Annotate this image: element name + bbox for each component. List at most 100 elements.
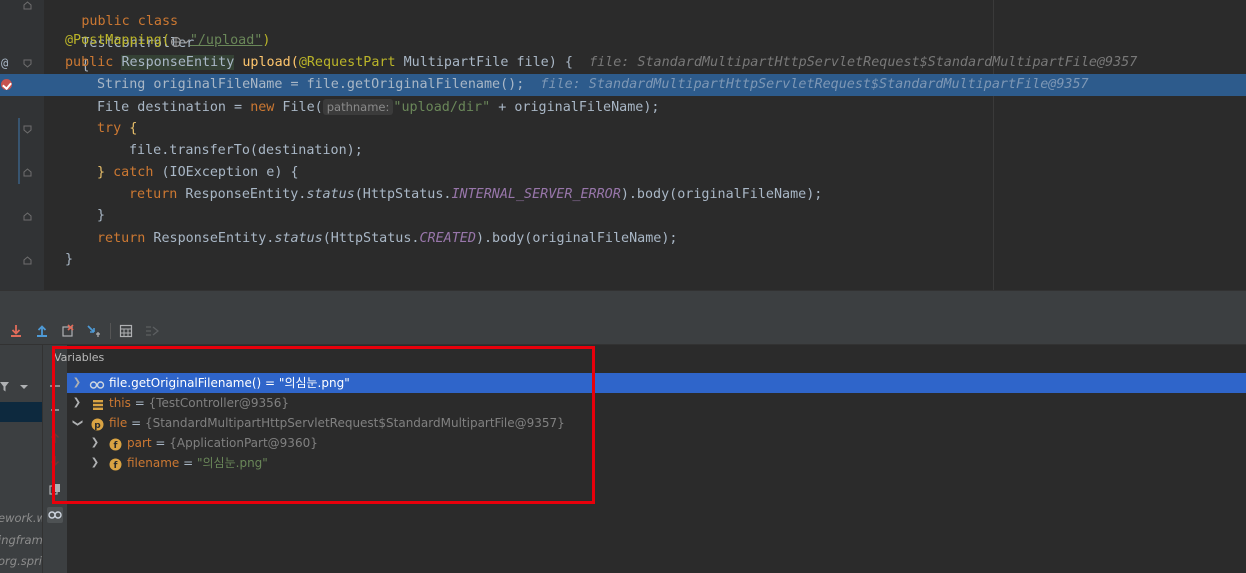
variable-name: file [109, 416, 128, 430]
parameter-name-hint: pathname: [322, 99, 394, 115]
code-brace: } [97, 208, 106, 223]
variable-row-filename[interactable]: ❯ f filename = "의심눈.png" [67, 453, 1246, 473]
code-static-method: status [274, 231, 323, 246]
frame-item[interactable]: ingfram [0, 533, 42, 547]
code-constant: INTERNAL_SERVER_ERROR [451, 187, 621, 202]
fold-marker-icon[interactable] [23, 256, 32, 265]
code-string: "upload/dir" [393, 100, 491, 115]
variable-equals: = [179, 456, 197, 470]
code-statement: ResponseEntity. [177, 187, 307, 202]
chevron-right-icon[interactable]: ❯ [72, 373, 82, 393]
code-keyword: return [97, 231, 146, 246]
code-keyword: public class [81, 14, 179, 29]
fold-marker-icon[interactable] [23, 212, 32, 221]
frames-panel[interactable]: ework.w ingfram org.spri [0, 345, 42, 573]
remove-watch-icon[interactable] [47, 402, 63, 418]
globe-icon[interactable] [170, 34, 190, 48]
code-keyword: try [97, 121, 122, 136]
code-keyword: return [129, 187, 178, 202]
variable-value: {StandardMultipartHttpServletRequest$Sta… [144, 416, 565, 430]
object-icon [92, 397, 104, 410]
code-brace: } [65, 252, 74, 267]
variable-value: {ApplicationPart@9360} [169, 436, 318, 450]
variable-row-this[interactable]: ❯ this = {TestController@9356} [67, 393, 1246, 413]
variable-value: "의심눈.png" [197, 456, 268, 470]
parameter-icon: p [91, 417, 104, 431]
trace-stream-icon[interactable] [143, 322, 161, 340]
code-annotation: @PostMapping( [65, 33, 170, 48]
variable-row-watch[interactable]: ❯ file.getOriginalFilename() = "의심눈.png" [67, 373, 1246, 393]
variable-equals: = [151, 436, 170, 450]
code-line-close-catch: } [0, 205, 1246, 227]
step-into-icon[interactable] [7, 322, 25, 340]
panel-splitter[interactable] [0, 290, 1246, 318]
chevron-right-icon[interactable]: ❯ [90, 433, 100, 453]
show-watches-icon[interactable] [47, 507, 63, 523]
selected-frame-row[interactable] [0, 402, 42, 422]
evaluate-expression-icon[interactable] [117, 322, 135, 340]
variable-name: part [127, 436, 152, 450]
code-keyword: new [250, 100, 275, 115]
code-brace: } [97, 165, 106, 180]
variable-value: "의심눈.png" [278, 376, 350, 390]
code-line-method-signature: @ public ResponseEntity upload(@RequestP… [0, 52, 1246, 74]
at-sign-icon[interactable]: @ [1, 52, 8, 74]
code-statement: (IOException e) { [153, 165, 299, 180]
variable-row-part[interactable]: ❯ f part = {ApplicationPart@9360} [67, 433, 1246, 453]
copy-icon[interactable] [47, 481, 63, 497]
variable-equals: = [127, 416, 145, 430]
code-url-string[interactable]: "/upload" [190, 33, 263, 48]
code-line-current-execution: String originalFileName = file.getOrigin… [0, 74, 1246, 96]
breakpoint-icon[interactable] [1, 79, 12, 90]
move-down-icon[interactable] [47, 453, 63, 469]
debug-inline-value: file: StandardMultipartHttpServletReques… [540, 77, 1089, 92]
svg-text:f: f [114, 461, 118, 471]
code-annotation-close: ) [262, 33, 271, 48]
code-line-return-error: return ResponseEntity.status(HttpStatus.… [0, 184, 1246, 206]
code-line-class-decl: public class TestController { [0, 0, 1246, 73]
code-statement: ).body(originalFileName); [475, 231, 678, 246]
new-watch-icon[interactable] [47, 378, 63, 394]
code-statement: String originalFileName = file.getOrigin… [97, 77, 525, 92]
variable-row-file[interactable]: ❯ p file = {StandardMultipartHttpServlet… [67, 413, 1246, 433]
run-to-cursor-icon[interactable] [85, 322, 103, 340]
debug-inline-value: file: StandardMultipartHttpServletReques… [589, 55, 1138, 70]
code-editor[interactable]: public class TestController { @PostMappi… [0, 0, 1246, 290]
code-brace: { [121, 121, 138, 136]
watch-icon [89, 377, 105, 389]
code-constant: CREATED [419, 231, 476, 246]
filter-icon[interactable] [0, 379, 34, 398]
drop-frame-icon[interactable] [59, 322, 77, 340]
variable-name: file.getOriginalFilename() [109, 376, 262, 390]
variables-side-toolbar [42, 345, 68, 573]
code-line-try: try { [0, 118, 1246, 140]
code-line-annotation: @PostMapping( "/upload") [0, 30, 1246, 52]
variable-equals: = [130, 396, 149, 410]
svg-text:f: f [114, 441, 118, 451]
code-line-transfer: file.transferTo(destination); [0, 140, 1246, 162]
field-icon: f [109, 457, 122, 471]
frame-item[interactable]: ework.w [0, 511, 42, 525]
code-constructor: File( [274, 100, 323, 115]
chevron-down-icon[interactable]: ❯ [67, 418, 87, 428]
fold-marker-icon[interactable] [23, 168, 32, 177]
field-icon: f [109, 437, 122, 451]
fold-marker-icon[interactable] [23, 125, 32, 134]
fold-marker-icon[interactable] [23, 59, 32, 68]
toolbar-separator [110, 323, 111, 339]
chevron-right-icon[interactable]: ❯ [90, 453, 100, 473]
code-static-method: status [306, 187, 355, 202]
code-params: MultipartFile file) { [395, 55, 573, 70]
code-line-close-method: } [0, 249, 1246, 271]
frame-item[interactable]: org.spri [0, 554, 42, 568]
code-return-type: ResponseEntity [121, 55, 235, 70]
fold-marker-icon[interactable] [23, 1, 32, 10]
move-up-icon[interactable] [47, 430, 63, 446]
chevron-right-icon[interactable]: ❯ [72, 393, 82, 413]
code-param-annotation: @RequestPart [298, 55, 396, 70]
variable-value: {TestController@9356} [148, 396, 290, 410]
code-statement: ResponseEntity. [145, 231, 275, 246]
svg-text:p: p [94, 421, 101, 431]
code-statement: ).body(originalFileName); [620, 187, 823, 202]
step-out-icon[interactable] [33, 322, 51, 340]
